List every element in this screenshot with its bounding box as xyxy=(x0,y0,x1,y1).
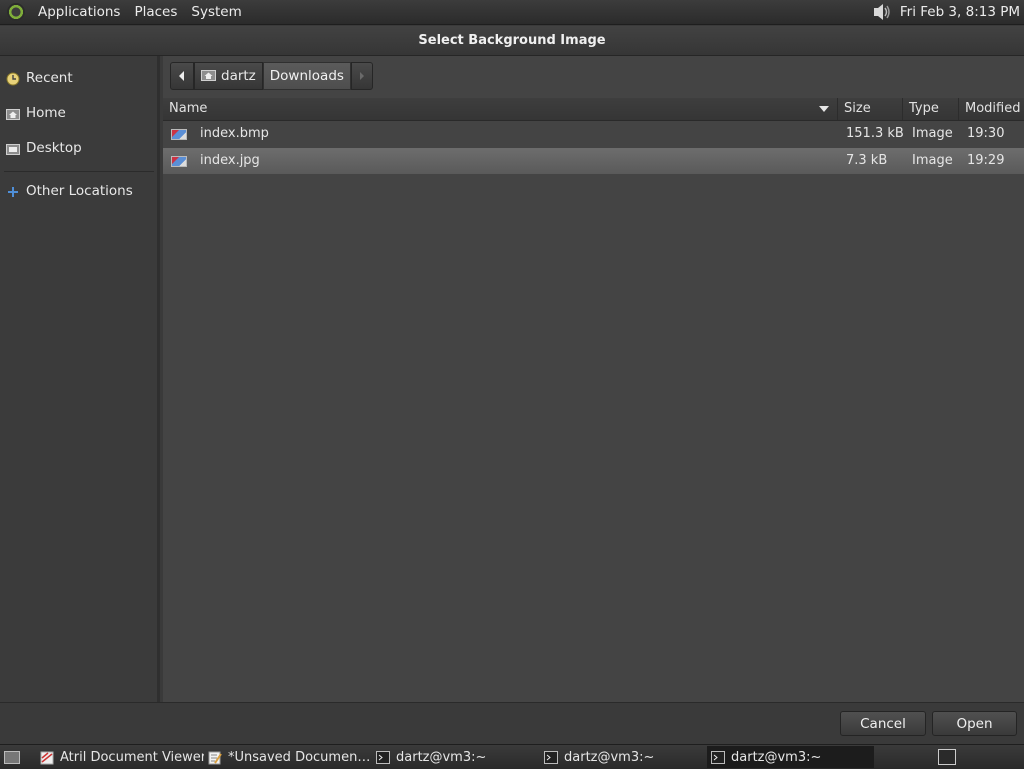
column-modified-label: Modified xyxy=(965,101,1021,116)
recent-icon xyxy=(6,72,20,85)
task-atril[interactable]: Atril Document Viewer xyxy=(36,746,204,768)
dialog-button-area: Cancel Open xyxy=(0,702,1024,745)
path-segment-label: Downloads xyxy=(269,68,344,84)
panel-tray: Fri Feb 3, 8:13 PM xyxy=(870,0,1020,24)
sidebar-item-other-locations[interactable]: Other Locations xyxy=(6,180,133,202)
file-row-index-bmp[interactable]: index.bmp 151.3 kB Image 19:30 xyxy=(163,121,1024,147)
task-label: dartz@vm3:~ xyxy=(564,749,655,765)
task-terminal-2[interactable]: dartz@vm3:~ xyxy=(540,746,706,768)
mate-logo-icon[interactable] xyxy=(7,3,25,21)
column-type[interactable]: Type xyxy=(903,98,959,120)
file-type: Image xyxy=(912,126,953,141)
file-size: 7.3 kB xyxy=(846,153,888,168)
top-panel: Applications Places System Fri Feb 3, 8:… xyxy=(0,0,1024,25)
file-list-header: Name Size Type Modified xyxy=(163,98,1024,121)
column-size-label: Size xyxy=(844,101,871,116)
chevron-left-icon xyxy=(179,71,184,81)
terminal-icon xyxy=(711,750,725,764)
file-chooser-main: dartz Downloads Name Size Type Modified … xyxy=(163,56,1024,702)
sidebar-item-label: Home xyxy=(26,105,66,121)
menu-system[interactable]: System xyxy=(184,4,248,20)
plus-icon xyxy=(6,185,20,198)
dialog-title: Select Background Image xyxy=(418,33,606,48)
sidebar-item-label: Other Locations xyxy=(26,183,133,199)
home-icon xyxy=(201,68,216,85)
volume-icon[interactable] xyxy=(870,2,892,22)
image-file-icon xyxy=(171,129,187,140)
path-segment-home[interactable]: dartz xyxy=(194,62,263,90)
task-label: dartz@vm3:~ xyxy=(396,749,487,765)
cancel-button[interactable]: Cancel xyxy=(840,711,926,736)
sidebar-item-recent[interactable]: Recent xyxy=(6,67,73,89)
places-sidebar: Recent Home Desktop Other Locations xyxy=(0,56,160,702)
home-icon xyxy=(6,107,20,120)
sidebar-item-label: Desktop xyxy=(26,140,82,156)
terminal-icon xyxy=(376,750,390,764)
sidebar-item-label: Recent xyxy=(26,70,73,86)
column-type-label: Type xyxy=(909,101,939,116)
text-editor-icon xyxy=(208,751,222,764)
path-segment-downloads[interactable]: Downloads xyxy=(262,62,351,90)
task-terminal-3[interactable]: dartz@vm3:~ xyxy=(707,746,874,768)
file-size: 151.3 kB xyxy=(846,126,904,141)
path-bar: dartz Downloads xyxy=(170,62,373,90)
path-back-button[interactable] xyxy=(170,62,194,90)
task-terminal-1[interactable]: dartz@vm3:~ xyxy=(372,746,538,768)
bottom-taskbar: Atril Document Viewer *Unsaved Documen… … xyxy=(0,744,1024,769)
workspace-switcher[interactable] xyxy=(936,746,960,768)
file-name: index.jpg xyxy=(200,153,260,168)
image-file-icon xyxy=(171,156,187,167)
dialog-titlebar: Select Background Image xyxy=(0,26,1024,56)
file-modified: 19:30 xyxy=(967,126,1005,141)
desktop-icon xyxy=(6,142,20,155)
open-button[interactable]: Open xyxy=(932,711,1017,736)
task-label: *Unsaved Documen… xyxy=(228,749,370,765)
sort-descending-icon xyxy=(819,106,829,112)
show-desktop-icon xyxy=(4,750,20,764)
workspace-icon xyxy=(938,749,956,765)
column-modified[interactable]: Modified xyxy=(959,98,1024,120)
column-size[interactable]: Size xyxy=(838,98,903,120)
file-type: Image xyxy=(912,153,953,168)
menu-places[interactable]: Places xyxy=(127,4,184,20)
atril-icon xyxy=(40,751,54,764)
column-name-label: Name xyxy=(169,101,208,116)
path-segment-label: dartz xyxy=(221,68,256,84)
sidebar-item-desktop[interactable]: Desktop xyxy=(6,137,82,159)
task-label: dartz@vm3:~ xyxy=(731,749,822,765)
terminal-icon xyxy=(544,750,558,764)
column-name[interactable]: Name xyxy=(163,98,838,120)
file-name: index.bmp xyxy=(200,126,269,141)
task-label: Atril Document Viewer xyxy=(60,749,204,765)
menu-applications[interactable]: Applications xyxy=(31,4,127,20)
sidebar-item-home[interactable]: Home xyxy=(6,102,66,124)
task-text-editor[interactable]: *Unsaved Documen… xyxy=(204,746,370,768)
sidebar-divider xyxy=(4,171,154,172)
show-desktop-button[interactable] xyxy=(2,746,24,768)
file-modified: 19:29 xyxy=(967,153,1005,168)
path-forward-button[interactable] xyxy=(350,62,373,90)
clock[interactable]: Fri Feb 3, 8:13 PM xyxy=(900,4,1020,20)
chevron-right-icon xyxy=(359,72,364,80)
file-row-index-jpg[interactable]: index.jpg 7.3 kB Image 19:29 xyxy=(163,148,1024,174)
